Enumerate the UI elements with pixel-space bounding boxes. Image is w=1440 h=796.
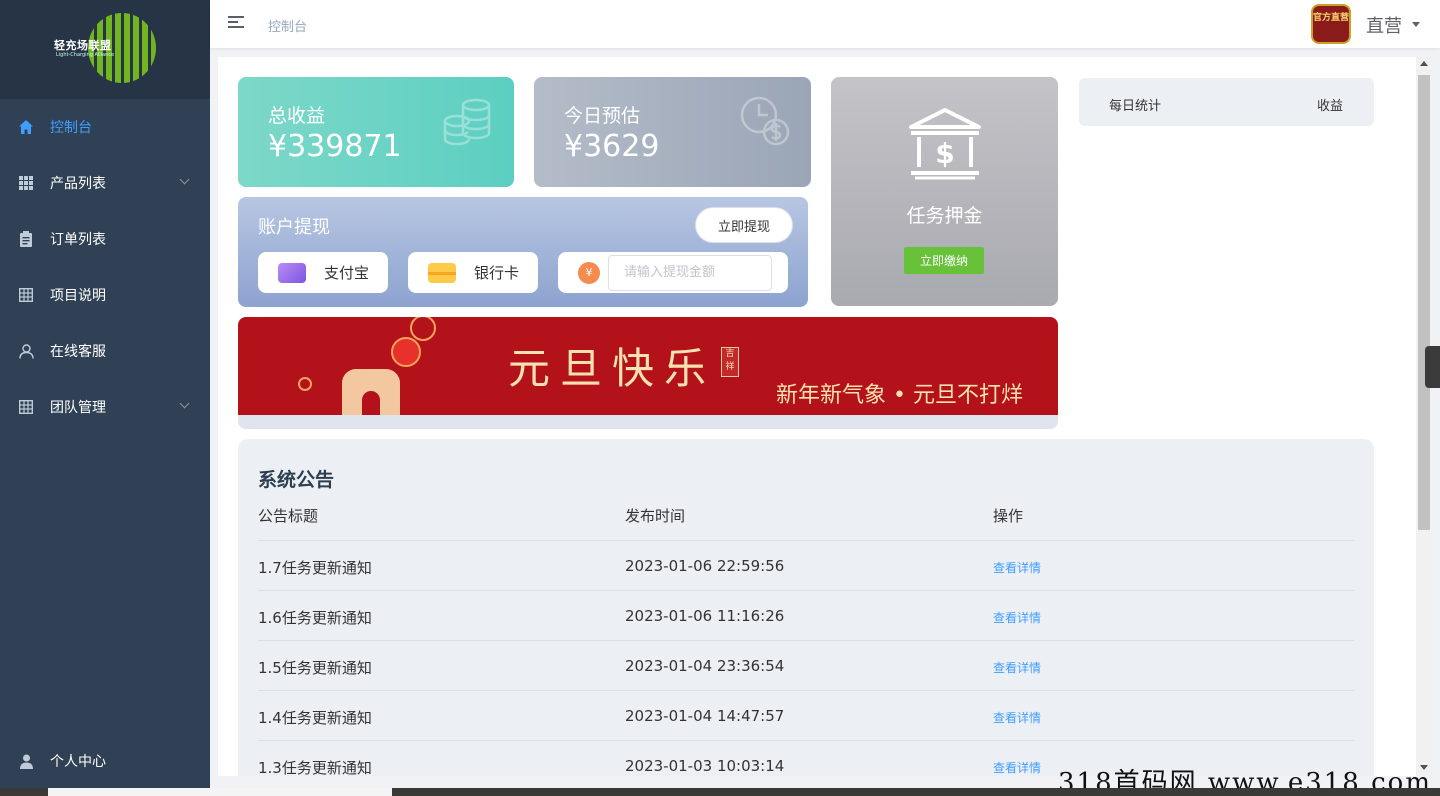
total-income-card: 总收益 ¥339871 bbox=[238, 77, 514, 187]
bank-card-option[interactable]: 银行卡 bbox=[408, 252, 538, 293]
sidebar-menu: 控制台 产品列表 订单列表 项目说明 在线客服 团队管理 bbox=[0, 99, 210, 435]
column-header-time: 发布时间 bbox=[625, 507, 686, 525]
sidebar-item-label: 团队管理 bbox=[50, 400, 106, 416]
svg-text:$: $ bbox=[935, 137, 954, 170]
sidebar: 轻充场联盟 Light-Charging Alliance 控制台 产品列表 订… bbox=[0, 0, 210, 796]
clock-money-icon bbox=[740, 96, 790, 146]
logo-name: 轻充场联盟 bbox=[54, 39, 112, 52]
withdraw-now-button[interactable]: 立即提现 bbox=[695, 207, 793, 243]
card-label: 总收益 bbox=[268, 105, 326, 127]
chevron-down-icon bbox=[179, 174, 190, 185]
sidebar-item-products[interactable]: 产品列表 bbox=[0, 155, 210, 211]
wallet-icon bbox=[278, 262, 306, 283]
sidebar-item-label: 个人中心 bbox=[50, 754, 106, 770]
banner-seal: 吉祥 bbox=[721, 347, 739, 377]
home-icon bbox=[18, 119, 34, 135]
breadcrumb: 控制台 bbox=[268, 20, 308, 35]
card-value: ¥3629 bbox=[564, 129, 660, 164]
logo-tagline: Light-Charging Alliance bbox=[56, 52, 115, 58]
notice-title-cell: 1.6任务更新通知 bbox=[258, 609, 372, 627]
bank-icon: $ bbox=[909, 108, 981, 180]
yuan-coin-icon: ¥ bbox=[578, 261, 600, 284]
bank-card-icon bbox=[428, 262, 456, 283]
grid-icon bbox=[18, 175, 34, 191]
caret-down-icon[interactable] bbox=[1412, 22, 1420, 27]
sidebar-item-label: 控制台 bbox=[50, 120, 92, 136]
banner-title: 元旦快乐 bbox=[508, 344, 717, 393]
alipay-option[interactable]: 支付宝 bbox=[258, 252, 388, 293]
daily-stats-card: 每日统计 收益 bbox=[1079, 78, 1374, 126]
lantern-icon bbox=[391, 337, 421, 367]
table-row: 1.7任务更新通知 2023-01-06 22:59:56 查看详情 bbox=[258, 541, 1354, 591]
hamburger-menu-icon[interactable] bbox=[228, 16, 244, 30]
chevron-down-icon bbox=[179, 398, 190, 409]
sidebar-item-label: 产品列表 bbox=[50, 176, 106, 192]
income-label: 收益 bbox=[1317, 99, 1344, 114]
sidebar-item-label: 项目说明 bbox=[50, 288, 106, 304]
notice-table-header: 公告标题 发布时间 操作 bbox=[258, 505, 1354, 541]
vertical-scrollbar[interactable] bbox=[1416, 57, 1433, 776]
avatar[interactable]: 官方直营 bbox=[1311, 4, 1351, 44]
top-header: 控制台 官方直营 直营 bbox=[210, 0, 1440, 48]
view-details-link[interactable]: 查看详情 bbox=[993, 659, 1041, 676]
view-details-link[interactable]: 查看详情 bbox=[993, 559, 1041, 576]
notice-title: 系统公告 bbox=[258, 469, 335, 491]
notice-time-cell: 2023-01-06 22:59:56 bbox=[625, 557, 785, 575]
coins-icon bbox=[443, 98, 491, 146]
new-year-banner[interactable]: 元旦快乐 吉祥 新年新气象 • 元旦不打烊 bbox=[238, 317, 1058, 429]
card-value: ¥339871 bbox=[268, 129, 402, 164]
person-icon bbox=[18, 753, 34, 769]
notice-time-cell: 2023-01-06 11:16:26 bbox=[625, 607, 785, 625]
notice-time-cell: 2023-01-04 14:47:57 bbox=[625, 707, 785, 725]
user-icon bbox=[18, 343, 34, 359]
today-estimate-card: 今日预估 ¥3629 bbox=[534, 77, 811, 187]
clipboard-icon bbox=[18, 231, 34, 247]
notice-title-cell: 1.7任务更新通知 bbox=[258, 559, 372, 577]
sidebar-item-support[interactable]: 在线客服 bbox=[0, 323, 210, 379]
main-content: 总收益 ¥339871 今日预估 ¥3629 账户提现 立即提现 支付宝 银行卡… bbox=[218, 57, 1416, 776]
card-label: 今日预估 bbox=[564, 105, 641, 127]
view-details-link[interactable]: 查看详情 bbox=[993, 709, 1041, 726]
table-icon bbox=[18, 399, 34, 415]
bank-card-label: 银行卡 bbox=[474, 264, 520, 282]
withdraw-title: 账户提现 bbox=[258, 217, 330, 238]
withdraw-amount-input[interactable] bbox=[608, 254, 772, 291]
scroll-up-arrow-icon[interactable] bbox=[1420, 61, 1428, 66]
table-row: 1.5任务更新通知 2023-01-04 23:36:54 查看详情 bbox=[258, 641, 1354, 691]
scrollbar-thumb[interactable] bbox=[1418, 75, 1430, 530]
view-details-link[interactable]: 查看详情 bbox=[993, 759, 1041, 776]
user-name[interactable]: 直营 bbox=[1366, 12, 1402, 38]
system-notice-panel: 系统公告 公告标题 发布时间 操作 1.7任务更新通知 2023-01-06 2… bbox=[238, 439, 1374, 776]
table-icon bbox=[18, 287, 34, 303]
side-drawer-handle[interactable] bbox=[1425, 346, 1440, 388]
notice-title-cell: 1.5任务更新通知 bbox=[258, 659, 372, 677]
pay-deposit-button[interactable]: 立即缴纳 bbox=[904, 247, 984, 274]
banner-subtitle: 新年新气象 • 元旦不打烊 bbox=[776, 383, 1023, 408]
sidebar-item-project-info[interactable]: 项目说明 bbox=[0, 267, 210, 323]
deposit-title: 任务押金 bbox=[906, 205, 983, 227]
notice-title-cell: 1.3任务更新通知 bbox=[258, 759, 372, 776]
sidebar-item-team[interactable]: 团队管理 bbox=[0, 379, 210, 435]
view-details-link[interactable]: 查看详情 bbox=[993, 609, 1041, 626]
notice-time-cell: 2023-01-03 10:03:14 bbox=[625, 757, 785, 775]
notice-title-cell: 1.4任务更新通知 bbox=[258, 709, 372, 727]
table-row: 1.6任务更新通知 2023-01-06 11:16:26 查看详情 bbox=[258, 591, 1354, 641]
alipay-label: 支付宝 bbox=[324, 264, 370, 282]
column-header-title: 公告标题 bbox=[258, 507, 319, 525]
amount-field-wrap: ¥ bbox=[558, 252, 788, 293]
task-deposit-card: $ 任务押金 立即缴纳 bbox=[831, 77, 1058, 306]
sidebar-item-label: 订单列表 bbox=[50, 232, 106, 248]
sidebar-item-profile[interactable]: 个人中心 bbox=[0, 733, 210, 789]
sidebar-item-label: 在线客服 bbox=[50, 344, 106, 360]
table-row: 1.4任务更新通知 2023-01-04 14:47:57 查看详情 bbox=[258, 691, 1354, 741]
daily-stats-label: 每日统计 bbox=[1109, 99, 1162, 114]
column-header-action: 操作 bbox=[993, 507, 1024, 525]
logo[interactable]: 轻充场联盟 Light-Charging Alliance bbox=[0, 0, 210, 99]
taskbar-window bbox=[48, 788, 392, 796]
banner-image: 元旦快乐 吉祥 新年新气象 • 元旦不打烊 bbox=[238, 317, 1058, 415]
notice-time-cell: 2023-01-04 23:36:54 bbox=[625, 657, 785, 675]
sidebar-item-orders[interactable]: 订单列表 bbox=[0, 211, 210, 267]
sidebar-item-dashboard[interactable]: 控制台 bbox=[0, 99, 210, 155]
withdraw-card: 账户提现 立即提现 支付宝 银行卡 ¥ bbox=[238, 197, 808, 307]
